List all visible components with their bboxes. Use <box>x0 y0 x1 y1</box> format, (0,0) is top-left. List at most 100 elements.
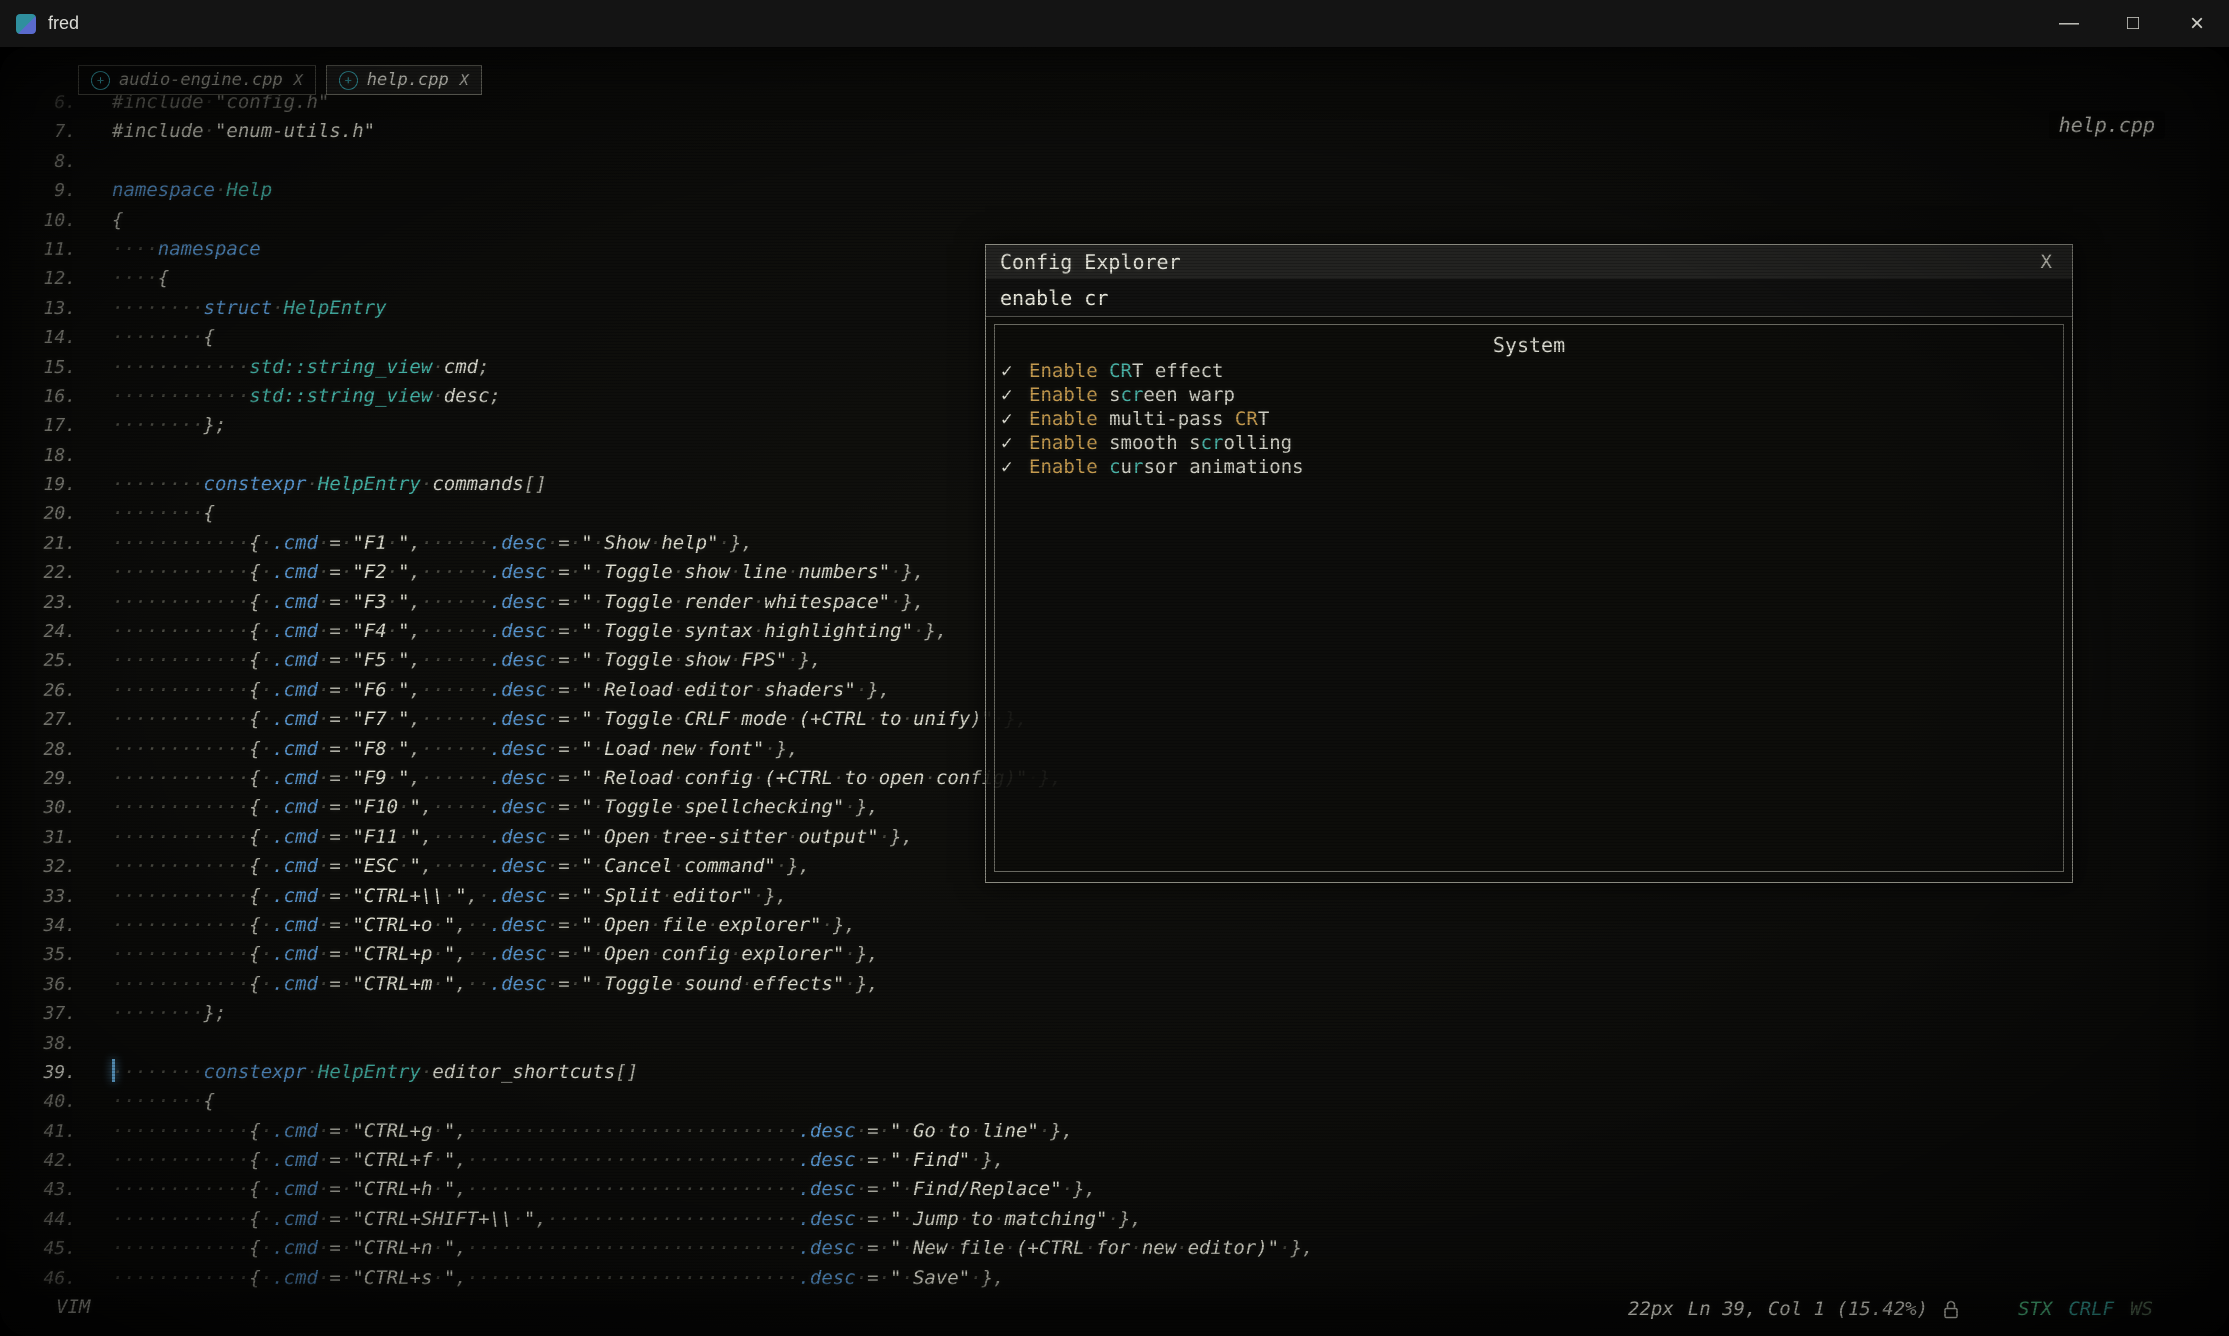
line-number: 34. <box>0 911 76 940</box>
code-line-text: ············{·.cmd·=·"ESC·",·····.desc·=… <box>76 852 810 881</box>
code-line[interactable]: 8. <box>0 147 2229 176</box>
font-size-indicator: 22px <box>1628 1298 1674 1320</box>
code-line[interactable]: 41.············{·.cmd·=·"CTRL+g·",······… <box>0 1117 2229 1146</box>
code-line-text: ············{·.cmd·=·"CTRL+m·",··.desc·=… <box>76 970 879 999</box>
line-number: 35. <box>0 940 76 969</box>
line-number: 15. <box>0 353 76 382</box>
config-item-label-part: u <box>1121 455 1132 479</box>
code-line-text: ············{·.cmd·=·"F6·",······.desc·=… <box>76 676 890 705</box>
line-number: 10. <box>0 206 76 235</box>
line-number: 17. <box>0 411 76 440</box>
line-number: 46. <box>0 1264 76 1293</box>
code-line-text: ············{·.cmd·=·"F8·",······.desc·=… <box>76 735 799 764</box>
cpp-file-icon: + <box>339 71 358 90</box>
code-line[interactable]: 35.············{·.cmd·=·"CTRL+p·",··.des… <box>0 940 2229 969</box>
code-line-text: ············{·.cmd·=·"F5·",······.desc·=… <box>76 646 822 675</box>
tab-audio-engine-cpp[interactable]: +audio-engine.cppX <box>78 65 316 95</box>
code-line[interactable]: 33.············{·.cmd·=·"CTRL+\\·",·.des… <box>0 882 2229 911</box>
code-line-text: ············{·.cmd·=·"F11·",·····.desc·=… <box>76 823 913 852</box>
config-item-label-part: CR <box>1109 359 1132 383</box>
code-line[interactable]: 45.············{·.cmd·=·"CTRL+n·",······… <box>0 1234 2229 1263</box>
code-line[interactable]: 34.············{·.cmd·=·"CTRL+o·",··.des… <box>0 911 2229 940</box>
tab-label: audio-engine.cpp <box>119 70 283 90</box>
line-number: 9. <box>0 176 76 205</box>
line-number: 25. <box>0 646 76 675</box>
code-line[interactable]: 42.············{·.cmd·=·"CTRL+f·",······… <box>0 1146 2229 1175</box>
maximize-button[interactable]: □ <box>2101 0 2165 47</box>
config-item-label-part: Enable <box>1029 431 1109 455</box>
code-line-text: #include·"enum-utils.h" <box>76 117 375 146</box>
line-number: 42. <box>0 1146 76 1175</box>
code-line-text: ········struct·HelpEntry <box>76 294 387 323</box>
code-line[interactable]: 10.{ <box>0 206 2229 235</box>
code-line[interactable]: 44.············{·.cmd·=·"CTRL+SHIFT+\\·"… <box>0 1205 2229 1234</box>
config-item[interactable]: ✓Enable multi-pass CRT <box>995 407 2063 431</box>
code-line-text: ············{·.cmd·=·"CTRL+f·",·········… <box>76 1146 1005 1175</box>
config-item[interactable]: ✓Enable smooth scrolling <box>995 431 2063 455</box>
line-number: 28. <box>0 735 76 764</box>
config-explorer-titlebar: Config Explorer X <box>986 245 2072 279</box>
line-number: 8. <box>0 147 76 176</box>
tab-close-icon[interactable]: X <box>294 71 303 89</box>
config-item[interactable]: ✓Enable screen warp <box>995 383 2063 407</box>
status-flags: STXCRLFWS <box>2018 1298 2153 1320</box>
config-item[interactable]: ✓Enable cursor animations <box>995 455 2063 479</box>
status-flag-stx: STX <box>2018 1298 2052 1320</box>
code-line-text: ············std::string_view·cmd; <box>76 353 490 382</box>
config-item-label-part: s <box>1109 383 1120 407</box>
code-line[interactable]: 39.········constexpr·HelpEntry·editor_sh… <box>0 1058 2229 1087</box>
dialog-close-button[interactable]: X <box>2035 251 2058 273</box>
line-number: 16. <box>0 382 76 411</box>
code-line-text: ············{·.cmd·=·"F7·",······.desc·=… <box>76 705 1028 734</box>
line-number: 40. <box>0 1087 76 1116</box>
config-item-label-part: Enable <box>1029 407 1109 431</box>
line-number: 45. <box>0 1234 76 1263</box>
config-item-label-part: T effect <box>1132 359 1224 383</box>
code-line[interactable]: 9.namespace·Help <box>0 176 2229 205</box>
config-item-label-part: r <box>1132 455 1143 479</box>
checkbox-checked-icon: ✓ <box>1001 383 1029 407</box>
window-title: fred <box>48 13 79 34</box>
code-line-text: ············{·.cmd·=·"CTRL+s·",·········… <box>76 1264 1005 1293</box>
minimize-button[interactable]: — <box>2037 0 2101 47</box>
line-number: 20. <box>0 499 76 528</box>
code-line[interactable]: 38. <box>0 1029 2229 1058</box>
config-item-label-part: Enable <box>1029 455 1109 479</box>
close-window-button[interactable]: × <box>2165 0 2229 47</box>
code-line-text: ············{·.cmd·=·"CTRL+p·",··.desc·=… <box>76 940 879 969</box>
code-line[interactable]: 46.············{·.cmd·=·"CTRL+s·",······… <box>0 1264 2229 1293</box>
line-number: 22. <box>0 558 76 587</box>
code-line-text: ············{·.cmd·=·"F3·",······.desc·=… <box>76 588 924 617</box>
line-number: 36. <box>0 970 76 999</box>
vim-mode-indicator: VIM <box>56 1296 90 1318</box>
crt-screen: +audio-engine.cppX+help.cppX help.cpp 6.… <box>0 47 2229 1336</box>
code-line-text: ············{·.cmd·=·"CTRL+h·",·········… <box>76 1175 1096 1204</box>
code-line-text: ············{·.cmd·=·"CTRL+o·",··.desc·=… <box>76 911 856 940</box>
window-controls: — □ × <box>2037 0 2229 47</box>
tab-help-cpp[interactable]: +help.cppX <box>326 65 482 95</box>
status-bar: 22px Ln 39, Col 1 (15.42%) STXCRLFWS <box>1628 1298 2153 1320</box>
code-line[interactable]: 7.#include·"enum-utils.h" <box>0 117 2229 146</box>
config-item-label-part: Enable <box>1029 359 1109 383</box>
line-number: 26. <box>0 676 76 705</box>
line-number: 39. <box>0 1058 76 1087</box>
code-line[interactable]: 43.············{·.cmd·=·"CTRL+h·",······… <box>0 1175 2229 1204</box>
config-item-label-part: T <box>1258 407 1269 431</box>
line-number: 11. <box>0 235 76 264</box>
config-item-label-part: cr <box>1201 431 1224 455</box>
line-number: 30. <box>0 793 76 822</box>
code-line[interactable]: 40.········{ <box>0 1087 2229 1116</box>
config-search-input[interactable]: enable cr <box>986 279 2072 317</box>
line-number: 24. <box>0 617 76 646</box>
config-item-label-part: cr <box>1121 383 1144 407</box>
code-line-text: ············{·.cmd·=·"CTRL+\\·",·.desc·=… <box>76 882 787 911</box>
code-line-text: ············{·.cmd·=·"F1·",······.desc·=… <box>76 529 753 558</box>
code-line[interactable]: 37.········}; <box>0 999 2229 1028</box>
line-number: 43. <box>0 1175 76 1204</box>
code-line-text: ········}; <box>76 999 226 1028</box>
code-line[interactable]: 36.············{·.cmd·=·"CTRL+m·",··.des… <box>0 970 2229 999</box>
line-number: 13. <box>0 294 76 323</box>
lock-icon[interactable] <box>1942 1299 1960 1320</box>
tab-close-icon[interactable]: X <box>460 71 469 89</box>
config-item[interactable]: ✓Enable CRT effect <box>995 359 2063 383</box>
